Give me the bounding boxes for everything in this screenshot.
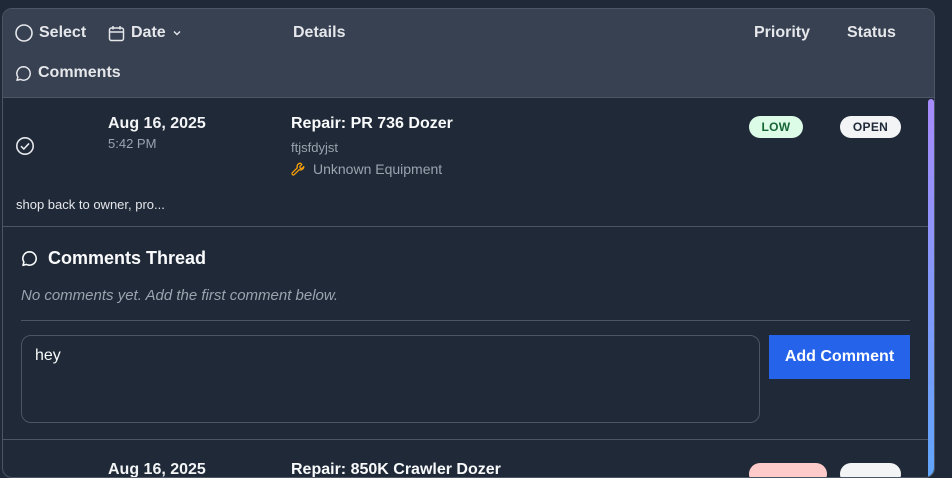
calendar-icon xyxy=(108,25,125,41)
details-label: Details xyxy=(293,24,346,41)
select-label: Select xyxy=(39,24,87,41)
scrollbar[interactable] xyxy=(928,99,934,477)
details-header: Details xyxy=(293,24,345,42)
status-label: Status xyxy=(847,24,896,41)
check-circle-icon[interactable] xyxy=(15,136,35,156)
row-time: 5:42 PM xyxy=(108,136,157,151)
priority-badge: LOW xyxy=(749,116,803,138)
thread-title: Comments Thread xyxy=(48,248,207,268)
comment-input[interactable]: hey xyxy=(21,335,760,423)
comment-snippet: shop back to owner, pro... xyxy=(16,197,165,212)
date-label: Date xyxy=(131,24,166,41)
speech-bubble-icon xyxy=(16,65,31,81)
row-subtitle: ftjsfdyjst xyxy=(291,140,338,155)
comments-label: Comments xyxy=(38,64,121,81)
date-sort-header[interactable]: Date xyxy=(108,24,182,42)
priority-header: Priority xyxy=(754,24,810,42)
thread-heading: Comments Thread xyxy=(21,248,206,269)
chevron-down-icon xyxy=(173,31,181,36)
thread-divider xyxy=(21,320,910,321)
speech-bubble-icon xyxy=(22,251,37,267)
row-title[interactable]: Repair: 850K Crawler Dozer xyxy=(291,461,501,477)
row-title[interactable]: Repair: PR 736 Dozer xyxy=(291,115,453,133)
row-equipment: Unknown Equipment xyxy=(291,161,442,177)
row-date: Aug 16, 2025 xyxy=(108,461,206,478)
table-header: Select Date Details Priority Status Comm… xyxy=(3,9,934,98)
priority-badge xyxy=(749,463,827,477)
circle-icon xyxy=(15,24,33,42)
wrench-icon xyxy=(291,162,305,176)
status-header: Status xyxy=(847,24,896,42)
empty-comments-text: No comments yet. Add the first comment b… xyxy=(21,287,339,304)
status-badge: OPEN xyxy=(840,116,901,138)
select-header[interactable]: Select xyxy=(15,24,86,42)
comments-thread-panel: Comments Thread No comments yet. Add the… xyxy=(3,228,934,440)
add-comment-button[interactable]: Add Comment xyxy=(769,335,910,379)
table-row[interactable]: Aug 16, 2025 5:42 PM Repair: PR 736 Doze… xyxy=(3,99,934,227)
priority-label: Priority xyxy=(754,24,811,41)
equipment-label: Unknown Equipment xyxy=(313,161,443,177)
table-row[interactable]: Aug 16, 2025 Repair: 850K Crawler Dozer xyxy=(3,441,934,478)
comments-header: Comments xyxy=(15,64,121,82)
status-badge xyxy=(840,463,901,477)
row-date: Aug 16, 2025 xyxy=(108,115,206,132)
tickets-table: Select Date Details Priority Status Comm… xyxy=(2,8,935,478)
